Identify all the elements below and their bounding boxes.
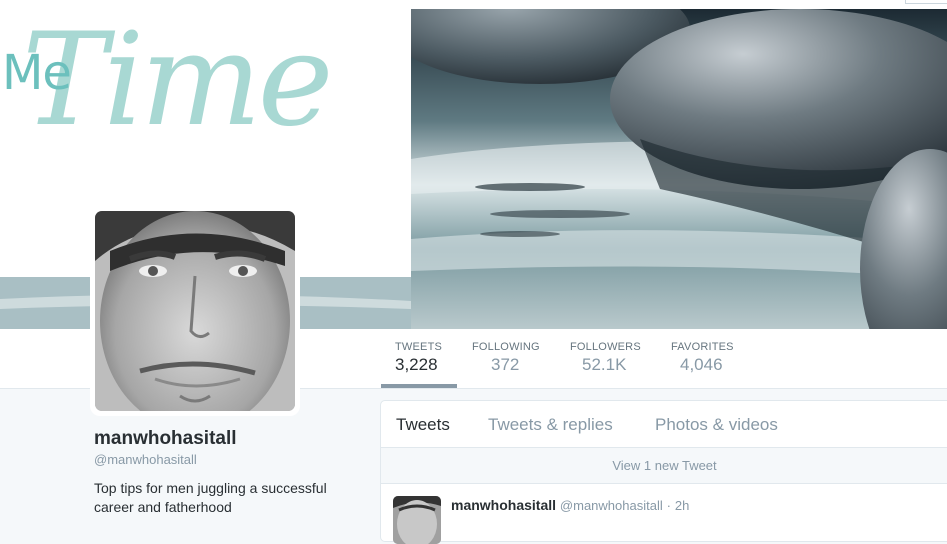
tweet-author-name[interactable]: manwhohasitall (451, 497, 556, 513)
stat-favorites[interactable]: FAVORITES 4,046 (671, 341, 734, 375)
stat-following-label: FOLLOWING (472, 341, 540, 353)
top-tab-nub (905, 0, 947, 4)
tweet-header: manwhohasitall @manwhohasitall · 2h (451, 497, 689, 513)
profile-photo-icon (95, 211, 295, 411)
top-strip (0, 0, 947, 9)
timeline-tabs: Tweets Tweets & replies Photos & videos (381, 401, 947, 448)
stat-followers-label: FOLLOWERS (570, 341, 641, 353)
stat-following-value: 372 (491, 355, 520, 374)
tweet-timestamp[interactable]: 2h (675, 498, 689, 513)
tweet-separator-dot: · (666, 498, 671, 513)
profile-photo-small-icon (393, 496, 441, 544)
tab-tweets-replies[interactable]: Tweets & replies (488, 415, 613, 435)
profile-name[interactable]: manwhohasitall (94, 428, 237, 450)
avatar[interactable] (95, 211, 295, 411)
tweet-author-handle[interactable]: @manwhohasitall (560, 498, 663, 513)
profile-handle[interactable]: @manwhohasitall (94, 452, 197, 467)
profile-bio: Top tips for men juggling a successful c… (94, 480, 327, 515)
tab-tweets[interactable]: Tweets (396, 415, 450, 435)
tab-photos-videos[interactable]: Photos & videos (655, 415, 778, 435)
stat-favorites-label: FAVORITES (671, 341, 734, 353)
stat-tweets-value: 3,228 (395, 355, 438, 374)
tweet-avatar[interactable] (393, 496, 441, 544)
active-stat-underline (381, 384, 457, 388)
avatar-frame (90, 206, 300, 416)
stat-favorites-value: 4,046 (680, 355, 723, 374)
stat-followers-value: 52.1K (582, 355, 627, 374)
stat-tweets-label: TWEETS (395, 341, 443, 353)
view-new-tweet-bar[interactable]: View 1 new Tweet (381, 448, 947, 484)
timeline-panel: Tweets Tweets & replies Photos & videos … (380, 400, 947, 544)
stat-followers[interactable]: FOLLOWERS 52.1K (570, 341, 641, 375)
stat-tweets[interactable]: TWEETS 3,228 (395, 341, 442, 375)
tweet-item[interactable]: manwhohasitall @manwhohasitall · 2h (381, 484, 947, 544)
stat-following[interactable]: FOLLOWING 372 (472, 341, 540, 375)
banner-me-text: Me (2, 45, 72, 101)
